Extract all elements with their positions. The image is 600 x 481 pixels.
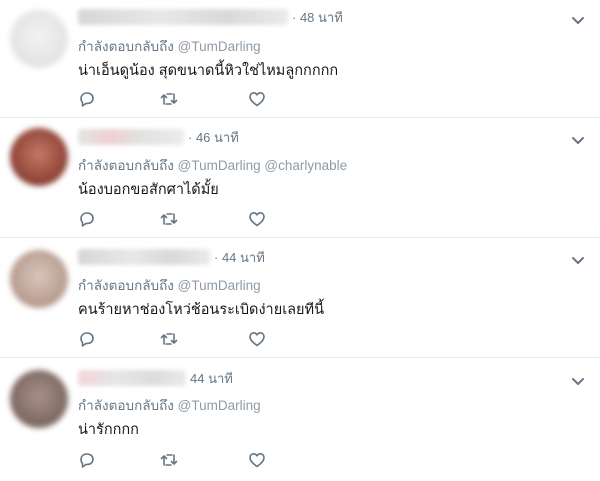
replying-label: กำลังตอบกลับถึง [78,39,174,54]
replying-label: กำลังตอบกลับถึง [78,398,174,413]
replying-to: กำลังตอบกลับถึง @TumDarling [78,35,261,57]
reply-item[interactable]: · 44 นาที กำลังตอบกลับถึง @TumDarling คน… [0,238,600,358]
mention-link[interactable]: @TumDarling [178,158,261,173]
action-bar [78,451,266,469]
avatar[interactable] [10,370,68,428]
avatar[interactable] [10,10,68,68]
retweet-icon [160,93,178,105]
reply-icon [80,212,94,227]
chevron-down-icon[interactable] [570,12,586,28]
retweet-icon [160,454,178,466]
heart-icon [249,212,265,227]
reply-button[interactable] [78,451,96,469]
chevron-down-icon[interactable] [570,132,586,148]
retweet-icon [160,333,178,345]
mention-link[interactable]: @TumDarling [178,398,261,413]
heart-icon [249,453,265,468]
like-button[interactable] [248,90,266,108]
timestamp[interactable]: · 46 นาที [188,127,239,148]
retweet-icon [160,213,178,225]
retweet-button[interactable] [160,90,178,108]
author-name-redacted [78,249,210,265]
timestamp[interactable]: · 44 นาที [214,247,265,268]
chevron-down-icon[interactable] [570,373,586,389]
reply-button[interactable] [78,90,96,108]
reply-button[interactable] [78,210,96,228]
action-bar [78,90,266,108]
like-button[interactable] [248,330,266,348]
reply-button[interactable] [78,330,96,348]
author-name-redacted [78,370,186,386]
timestamp[interactable]: 44 นาที [190,368,233,389]
like-button[interactable] [248,451,266,469]
reply-text: น้องบอกขอสักศาได้มั้ย [78,182,219,198]
reply-icon [80,453,94,468]
action-bar [78,330,266,348]
retweet-button[interactable] [160,330,178,348]
timestamp[interactable]: · 48 นาที [292,7,343,28]
replying-to: กำลังตอบกลับถึง @TumDarling @charlynable [78,154,347,176]
replying-to: กำลังตอบกลับถึง @TumDarling [78,394,261,416]
reply-text: น่ารักกกก [78,422,139,438]
reply-item[interactable]: · 48 นาที กำลังตอบกลับถึง @TumDarling น่… [0,0,600,118]
action-bar [78,210,266,228]
retweet-button[interactable] [160,451,178,469]
replying-label: กำลังตอบกลับถึง [78,278,174,293]
reply-icon [80,92,94,107]
author-name-redacted [78,129,184,145]
replying-label: กำลังตอบกลับถึง [78,158,174,173]
replying-to: กำลังตอบกลับถึง @TumDarling [78,274,261,296]
chevron-down-icon[interactable] [570,252,586,268]
like-button[interactable] [248,210,266,228]
reply-header: · 48 นาที [78,7,343,27]
mention-link[interactable]: @TumDarling [178,278,261,293]
heart-icon [249,332,265,347]
avatar[interactable] [10,128,68,186]
reply-header: · 44 นาที [78,247,265,267]
mention-link[interactable]: @TumDarling [178,39,261,54]
reply-header: 44 นาที [78,368,233,388]
avatar[interactable] [10,250,68,308]
reply-text: คนร้ายหาช่องโหว่ช้อนระเบิดง่ายเลยทีนี้ [78,302,324,318]
heart-icon [249,92,265,107]
retweet-button[interactable] [160,210,178,228]
reply-header: · 46 นาที [78,127,239,147]
reply-icon [80,332,94,347]
author-name-redacted [78,9,288,25]
reply-feed: · 48 นาที กำลังตอบกลับถึง @TumDarling น่… [0,0,600,481]
reply-item[interactable]: · 46 นาที กำลังตอบกลับถึง @TumDarling @c… [0,118,600,238]
mention-link[interactable]: @charlynable [264,158,347,173]
reply-item[interactable]: 44 นาที กำลังตอบกลับถึง @TumDarling น่าร… [0,358,600,481]
reply-text: น่าเอ็นดูน้อง สุดขนาดนี้หิวใช่ไหมลูกกกกก [78,63,339,79]
